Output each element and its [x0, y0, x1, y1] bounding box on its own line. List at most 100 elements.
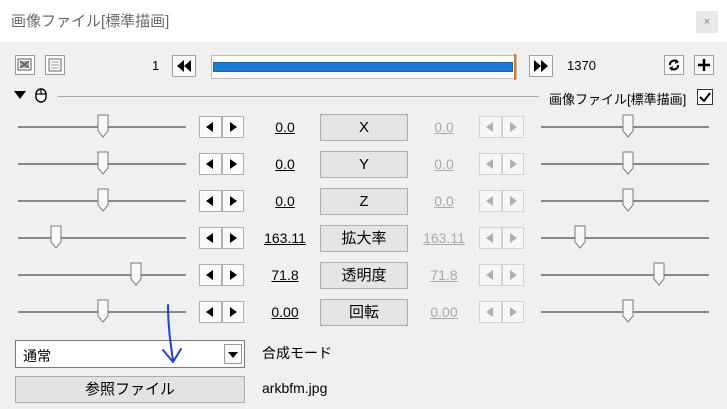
left-stepper[interactable] — [199, 264, 244, 286]
grid-icon[interactable] — [45, 55, 65, 75]
slider-thumb[interactable] — [653, 262, 665, 286]
slider-thumb[interactable] — [622, 114, 634, 138]
decrement-button[interactable] — [199, 227, 222, 249]
param-value-end[interactable]: 0.00 — [414, 304, 474, 320]
decrement-button[interactable] — [479, 264, 502, 286]
rewind-button[interactable] — [172, 55, 196, 77]
slider-thumb[interactable] — [574, 225, 586, 249]
left-arrow-icon — [206, 307, 213, 317]
param-value-start[interactable]: 0.0 — [255, 193, 315, 209]
left-slider-track[interactable] — [18, 274, 186, 276]
enable-checkbox[interactable] — [697, 89, 713, 105]
left-stepper[interactable] — [199, 190, 244, 212]
right-stepper[interactable] — [479, 116, 524, 138]
param-value-end[interactable]: 71.8 — [414, 267, 474, 283]
right-stepper[interactable] — [479, 301, 524, 323]
right-stepper[interactable] — [479, 190, 524, 212]
increment-button[interactable] — [221, 227, 244, 249]
left-arrow-icon — [486, 122, 493, 132]
param-value-end[interactable]: 163.11 — [414, 230, 474, 246]
increment-button[interactable] — [501, 190, 524, 212]
param-value-end[interactable]: 0.0 — [414, 156, 474, 172]
left-arrow-icon — [486, 270, 493, 280]
window-title: 画像ファイル[標準描画] — [11, 13, 170, 30]
slider-thumb[interactable] — [97, 151, 109, 175]
slider-thumb[interactable] — [130, 262, 142, 286]
loop-icon — [669, 59, 679, 71]
decrement-button[interactable] — [479, 153, 502, 175]
current-frame: 1 — [152, 58, 160, 73]
blend-mode-value: 通常 — [23, 348, 51, 364]
left-slider-track[interactable] — [18, 237, 186, 239]
decrement-button[interactable] — [199, 116, 222, 138]
slider-thumb[interactable] — [622, 299, 634, 323]
param-value-end[interactable]: 0.0 — [414, 193, 474, 209]
increment-button[interactable] — [221, 153, 244, 175]
decrement-button[interactable] — [479, 227, 502, 249]
timeline-progress — [213, 62, 513, 72]
decrement-button[interactable] — [479, 301, 502, 323]
decrement-button[interactable] — [199, 301, 222, 323]
window-icon[interactable] — [15, 55, 35, 75]
param-button[interactable]: 拡大率 — [320, 225, 408, 252]
right-stepper[interactable] — [479, 153, 524, 175]
param-value-start[interactable]: 163.11 — [255, 230, 315, 246]
param-button[interactable]: X — [320, 114, 408, 141]
param-value-start[interactable]: 0.0 — [255, 156, 315, 172]
param-value-start[interactable]: 71.8 — [255, 267, 315, 283]
decrement-button[interactable] — [199, 264, 222, 286]
section-divider — [58, 96, 539, 97]
dropdown-arrow-button[interactable] — [224, 344, 242, 364]
collapse-triangle-icon[interactable] — [13, 88, 27, 102]
reference-file-button[interactable]: 参照ファイル — [15, 376, 245, 403]
increment-button[interactable] — [501, 264, 524, 286]
left-arrow-icon — [206, 270, 213, 280]
param-value-end[interactable]: 0.0 — [414, 119, 474, 135]
param-value-start[interactable]: 0.00 — [255, 304, 315, 320]
slider-thumb[interactable] — [50, 225, 62, 249]
param-value-start[interactable]: 0.0 — [255, 119, 315, 135]
increment-button[interactable] — [501, 227, 524, 249]
decrement-button[interactable] — [199, 153, 222, 175]
right-arrow-icon — [229, 307, 237, 317]
blend-mode-select[interactable]: 通常 — [15, 340, 245, 368]
end-frame: 1370 — [567, 58, 596, 73]
left-stepper[interactable] — [199, 116, 244, 138]
slider-thumb[interactable] — [97, 114, 109, 138]
slider-thumb[interactable] — [97, 299, 109, 323]
slider-thumb[interactable] — [622, 188, 634, 212]
loop-button[interactable] — [664, 55, 684, 75]
right-arrow-icon — [509, 122, 517, 132]
decrement-button[interactable] — [479, 190, 502, 212]
param-button[interactable]: Z — [320, 188, 408, 215]
left-stepper[interactable] — [199, 301, 244, 323]
slider-thumb[interactable] — [97, 188, 109, 212]
param-button[interactable]: Y — [320, 151, 408, 178]
file-name: arkbfm.jpg — [262, 380, 328, 396]
decrement-button[interactable] — [199, 190, 222, 212]
increment-button[interactable] — [501, 301, 524, 323]
param-button[interactable]: 回転 — [320, 299, 408, 326]
left-stepper[interactable] — [199, 153, 244, 175]
increment-button[interactable] — [221, 116, 244, 138]
close-button[interactable]: × — [696, 11, 718, 33]
right-slider-track[interactable] — [541, 274, 709, 276]
increment-button[interactable] — [221, 264, 244, 286]
slider-thumb[interactable] — [622, 151, 634, 175]
increment-button[interactable] — [221, 301, 244, 323]
left-stepper[interactable] — [199, 227, 244, 249]
timeline-end-marker — [514, 54, 516, 80]
right-arrow-icon — [509, 307, 517, 317]
right-stepper[interactable] — [479, 264, 524, 286]
right-slider-track[interactable] — [541, 237, 709, 239]
increment-button[interactable] — [501, 153, 524, 175]
forward-button[interactable] — [529, 55, 553, 77]
add-button[interactable] — [694, 55, 714, 75]
timeline-slider[interactable] — [211, 54, 517, 80]
decrement-button[interactable] — [479, 116, 502, 138]
right-stepper[interactable] — [479, 227, 524, 249]
check-icon — [699, 92, 711, 103]
increment-button[interactable] — [221, 190, 244, 212]
increment-button[interactable] — [501, 116, 524, 138]
param-button[interactable]: 透明度 — [320, 262, 408, 289]
